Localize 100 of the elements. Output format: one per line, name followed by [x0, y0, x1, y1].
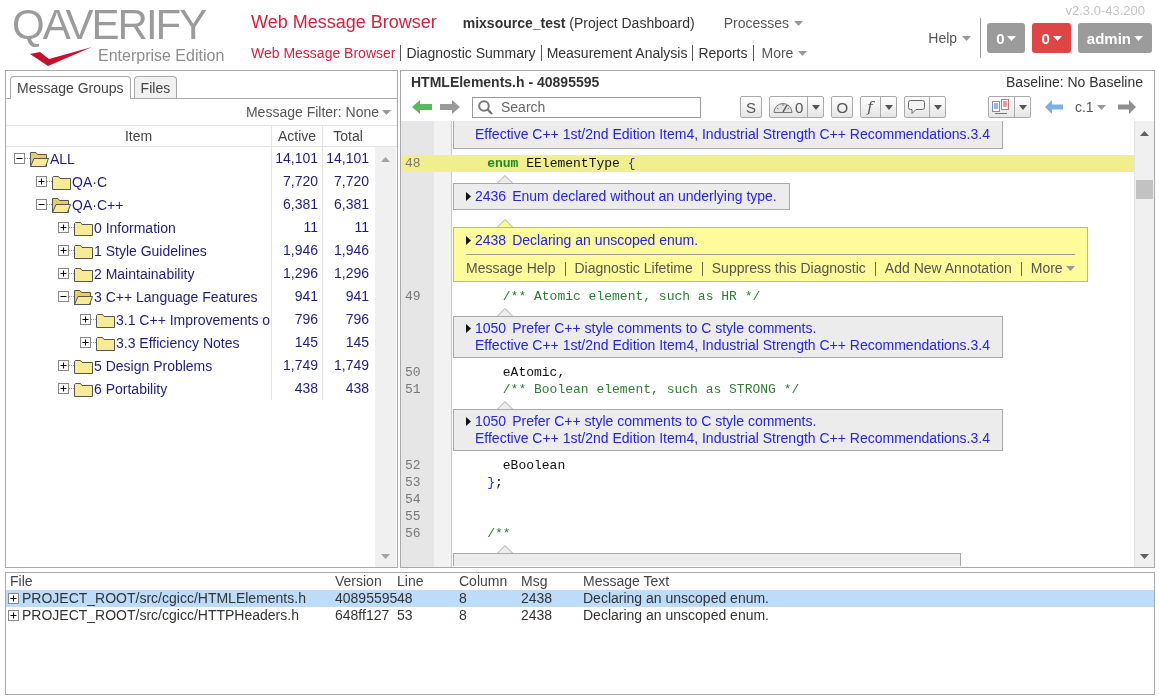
toolbar-button[interactable]: O	[831, 96, 854, 118]
plus-box-icon[interactable]	[8, 593, 19, 604]
column-header[interactable]: File	[6, 573, 335, 590]
triangle-right-icon[interactable]	[466, 324, 471, 333]
nav-link[interactable]: Reports	[698, 45, 748, 61]
message-number[interactable]: 1050	[475, 320, 507, 337]
count-cell: 1,749	[271, 354, 322, 377]
action-link[interactable]: Message Help	[466, 260, 556, 277]
scrollbar[interactable]	[1134, 121, 1154, 567]
minus-box-icon[interactable]	[58, 291, 74, 302]
tree-item[interactable]: 6 Portability	[94, 380, 168, 397]
column-header[interactable]: Line	[397, 573, 459, 590]
message-text: Prefer C++ style comments to C style comments.	[512, 320, 817, 337]
caret-icon	[794, 20, 803, 26]
arrow-right-icon[interactable]	[440, 100, 460, 114]
triangle-right-icon[interactable]	[466, 192, 471, 201]
plus-box-icon[interactable]	[58, 245, 74, 256]
diagnostic-message[interactable]: Effective C++ 1st/2nd Edition Item4, Industrial Strength C++ Recommendations.3.4	[453, 121, 1003, 149]
table-cell-text: 648ff127	[335, 607, 391, 624]
dropdown-button[interactable]: 0	[1032, 23, 1071, 53]
plus-box-icon[interactable]	[36, 176, 52, 187]
tree-item[interactable]: ALL	[50, 150, 75, 167]
toolbar-button[interactable]	[987, 96, 1031, 118]
tree-item[interactable]: 3.3 Efficiency Notes	[116, 334, 240, 351]
toolbar-button[interactable]: S	[740, 96, 762, 118]
message-number[interactable]: 2438	[475, 232, 507, 249]
nav-link[interactable]: Measurement Analysis	[546, 45, 688, 61]
column-header[interactable]: Message Text	[583, 573, 1154, 590]
nav-link[interactable]: Diagnostic Summary	[406, 45, 536, 61]
triangle-right-icon[interactable]	[466, 417, 471, 426]
tree-item[interactable]: 0 Information	[94, 219, 176, 236]
tree-item[interactable]: 3 C++ Language Features	[94, 288, 258, 305]
scroll-down-icon[interactable]	[1140, 554, 1149, 559]
plus-box-icon[interactable]	[8, 610, 19, 621]
code-text: /** Boolean element, such as STRONG */	[501, 381, 800, 398]
scrollbar-thumb[interactable]	[1136, 180, 1153, 199]
message-number[interactable]: 1050	[475, 413, 507, 430]
diagnostic-message[interactable]: 1050 Prefer C++ style comments to C style comments. Effective C++ 1st/2nd Edition Item4, Industrial Strength C++ Recommendations.3.4	[453, 316, 1003, 358]
table-row[interactable]: PROJECT_ROOT/src/cgicc/HTMLElements.h 4089559548 8 2438 Declaring an unscoped enum.	[6, 590, 1154, 607]
message-number[interactable]: 2436	[475, 188, 507, 205]
column-header[interactable]: Column	[459, 573, 521, 590]
message-text: Prefer C++ style comments to C style comments.	[512, 413, 817, 430]
table-row[interactable]: PROJECT_ROOT/src/cgicc/HTTPHeaders.h 648ff127 53 8 2438 Declaring an unscoped enum.	[6, 607, 1154, 624]
table-cell: 40895595	[335, 590, 397, 607]
toolbar-button[interactable]: 0	[769, 96, 825, 118]
action-link[interactable]: Suppress this Diagnostic	[711, 260, 866, 277]
column-header[interactable]: Active	[271, 126, 322, 146]
context-dropdown[interactable]: c.1	[1074, 99, 1106, 115]
nav-link[interactable]: Web Message Browser	[251, 45, 396, 61]
diagnostic-message[interactable]: 2438 Declaring an unscoped enum. Message Help Diagnostic Lifetime Suppress this Diagnostic Add New Annotation More	[453, 227, 1088, 282]
more-menu[interactable]: More	[761, 45, 808, 61]
column-header[interactable]: Total	[322, 126, 373, 146]
open-folder-icon	[30, 150, 49, 167]
tab[interactable]: Message Groups	[10, 76, 131, 99]
plus-box-icon[interactable]	[80, 314, 96, 325]
search-field[interactable]: Search	[472, 96, 701, 118]
code-text: /** Atomic element, such as HR */	[501, 288, 761, 305]
callout-tip-icon	[497, 175, 513, 183]
open-folder-icon	[52, 196, 71, 213]
message-filter-dropdown[interactable]: Message Filter: None	[245, 104, 391, 120]
line-number: 55	[404, 508, 422, 525]
toolbar-button[interactable]	[903, 96, 946, 118]
plus-box-icon[interactable]	[58, 360, 74, 371]
plus-box-icon[interactable]	[58, 383, 74, 394]
caret-icon	[1052, 35, 1062, 41]
more-menu[interactable]: More	[1030, 260, 1075, 277]
caret-icon	[798, 50, 808, 56]
action-link[interactable]: Diagnostic Lifetime	[574, 260, 693, 277]
table-cell-text: Declaring an unscoped enum.	[583, 607, 770, 624]
gauge-icon	[773, 101, 793, 113]
action-link[interactable]: Add New Annotation	[884, 260, 1012, 277]
code-text: };	[486, 474, 503, 491]
tree-item[interactable]: 5 Design Problems	[94, 357, 213, 374]
project-title: mixsource_test (Project Dashboard)	[462, 15, 695, 31]
plus-box-icon[interactable]	[58, 268, 74, 279]
help-menu[interactable]: Help	[928, 30, 972, 46]
column-header[interactable]: Item	[6, 126, 271, 146]
processes-menu[interactable]: Processes	[723, 15, 803, 31]
count-cell: 6,381	[322, 193, 373, 216]
arrow-right-icon[interactable]	[1117, 100, 1136, 114]
tree-item[interactable]: QA·C	[72, 173, 107, 190]
tree-item[interactable]: QA·C++	[72, 196, 124, 213]
scroll-up-icon[interactable]	[1140, 131, 1149, 136]
caret-icon	[1134, 35, 1143, 41]
diagnostic-message[interactable]: 1050 Prefer C++ style comments to C style comments. Effective C++ 1st/2nd Edition Item4, Industrial Strength C++ Recommendations.3.4	[453, 409, 1003, 451]
toolbar-button[interactable]: f	[860, 96, 897, 118]
count-cell: 1,296	[271, 262, 322, 285]
plus-box-icon[interactable]	[58, 222, 74, 233]
table-cell-text: 8	[459, 590, 468, 607]
column-header[interactable]: Msg	[521, 573, 583, 590]
column-header[interactable]: Version	[335, 573, 397, 590]
tree-item[interactable]: 3.1 C++ Improvements o	[116, 311, 271, 328]
minus-box-icon[interactable]	[36, 199, 52, 210]
triangle-right-icon[interactable]	[466, 236, 471, 245]
line-number: 54	[404, 491, 422, 508]
plus-box-icon[interactable]	[80, 337, 96, 348]
tree-item[interactable]: 1 Style Guidelines	[94, 242, 207, 259]
tab[interactable]: Files	[133, 76, 178, 98]
tree-item[interactable]: 2 Maintainability	[94, 265, 195, 282]
minus-box-icon[interactable]	[14, 153, 30, 164]
